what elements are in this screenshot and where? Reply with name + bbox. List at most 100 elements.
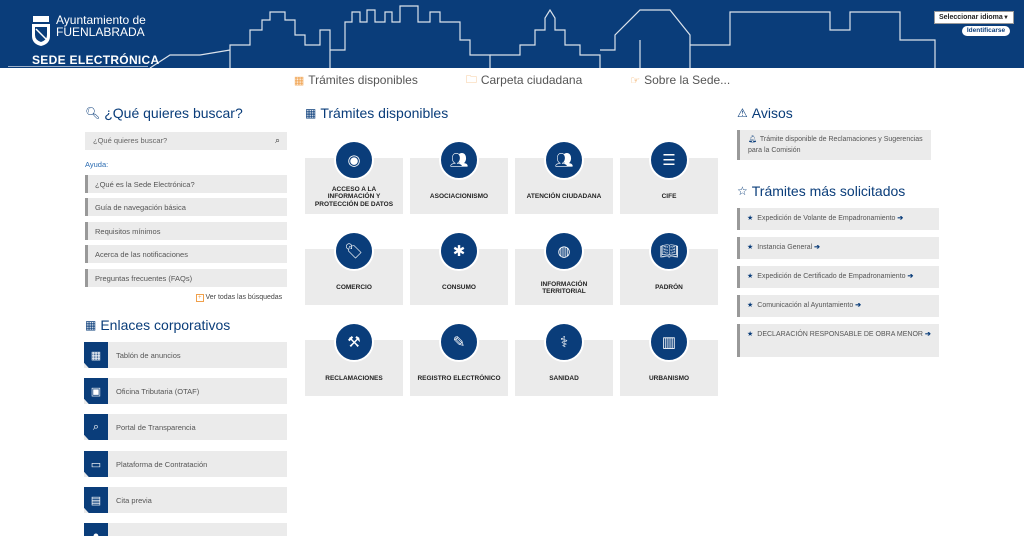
tramite-tile[interactable]: 🏷︎ COMERCIO	[305, 231, 403, 305]
corp-link-otaf[interactable]: ▣ Oficina Tributaria (OTAF)	[84, 378, 287, 404]
identificarse-button[interactable]: Identificarse	[962, 26, 1010, 36]
popular-tramite-link[interactable]: ★ Expedición de Certificado de Empadronam…	[737, 266, 939, 288]
chevron-down-icon: ▼	[1003, 14, 1009, 21]
star-icon: ★	[747, 331, 754, 338]
folder-icon: 🗀	[465, 73, 477, 86]
tramite-tile[interactable]: ⚕ SANIDAD	[515, 322, 613, 396]
municipality-logo[interactable]: Ayuntamiento de FUENLABRADA	[30, 14, 146, 48]
tramite-tile-label: ACCESO A LA INFORMACIÓN Y PROTECCIÓN DE …	[314, 185, 394, 208]
corp-link-contratacion[interactable]: ▭ Plataforma de Contratación	[84, 451, 287, 477]
gavel-icon: ⚒	[334, 322, 374, 362]
tramite-tile-label: CONSUMO	[442, 284, 476, 292]
tramite-tile[interactable]: ◉ ACCESO A LA INFORMACIÓN Y PROTECCIÓN D…	[305, 140, 403, 214]
mas-solicitados-section-title: ☆ Trámites más solicitados	[737, 183, 905, 199]
grid-icon: ▦	[85, 318, 97, 332]
aviso-text: Trámite disponible de Reclamaciones y Su…	[748, 136, 923, 154]
logo-line-2: FUENLABRADA	[56, 25, 145, 39]
corp-link-label: Cita previa	[116, 495, 152, 505]
tramite-tile-label: SANIDAD	[549, 375, 579, 383]
asterisk-icon: ✱	[439, 231, 479, 271]
popular-tramite-link[interactable]: ★ Expedición de Volante de Empadronamient…	[737, 208, 939, 230]
grid-icon: ▦	[293, 74, 305, 87]
hand-point-icon: ☞	[630, 74, 641, 87]
arrow-right-icon: ➔	[907, 273, 914, 280]
arrow-right-icon: ➔	[897, 215, 904, 222]
star-icon: ★	[747, 215, 754, 222]
tramite-tile-label: CIFE	[661, 193, 677, 201]
help-link[interactable]: Requisitos mínimos	[85, 222, 287, 240]
tramite-tile-label: REGISTRO ELECTRÓNICO	[417, 375, 501, 383]
corp-link-cita-previa[interactable]: ▤ Cita previa	[84, 487, 287, 513]
users-icon: 👥︎	[439, 140, 479, 180]
arrow-right-icon: ➔	[924, 331, 931, 338]
tramite-tile[interactable]: 👥︎ ATENCIÓN CIUDADANA	[515, 140, 613, 214]
tramite-tile[interactable]: ✱ CONSUMO	[410, 231, 508, 305]
globe-icon: ◍	[544, 231, 584, 271]
popular-tramite-label: DECLARACIÓN RESPONSABLE DE OBRA MENOR	[757, 331, 923, 338]
tramite-tile[interactable]: 📖︎ PADRÓN	[620, 231, 718, 305]
help-link[interactable]: Acerca de las notificaciones	[85, 245, 287, 263]
tramite-tile[interactable]: ⚒ RECLAMACIONES	[305, 322, 403, 396]
corp-link-label: Portal de Transparencia	[116, 422, 196, 432]
tramite-tile-label: ASOCIACIONISMO	[429, 193, 489, 201]
nav-sobre-la-sede[interactable]: ☞ Sobre la Sede...	[630, 71, 730, 89]
tramite-tile[interactable]: ▥ URBANISMO	[620, 322, 718, 396]
edit-icon: ✎	[439, 322, 479, 362]
top-nav: ▦ Trámites disponibles 🗀 Carpeta ciudada…	[0, 71, 1024, 89]
popular-tramite-label: Comunicación al Ayuntamiento	[757, 302, 854, 309]
popular-tramite-link[interactable]: ★ Instancia General ➔	[737, 237, 939, 259]
corp-link-partial[interactable]: ●	[84, 523, 287, 536]
tramite-tile[interactable]: ☰ CIFE	[620, 140, 718, 214]
star-icon: ★	[747, 302, 754, 309]
popular-tramite-link[interactable]: ★ DECLARACIÓN RESPONSABLE DE OBRA MENOR ➔	[737, 324, 939, 357]
language-select[interactable]: Seleccionar idioma ▼	[934, 11, 1014, 24]
help-link[interactable]: Guía de navegación básica	[85, 198, 287, 216]
table-icon: ▦	[84, 342, 108, 368]
tramite-tile[interactable]: 👥︎ ASOCIACIONISMO	[410, 140, 508, 214]
arrow-right-icon: ➔	[855, 302, 862, 309]
popular-tramite-link[interactable]: ★ Comunicación al Ayuntamiento ➔	[737, 295, 939, 317]
doctor-icon: ⚕	[544, 322, 584, 362]
tramite-tile-label: INFORMACIÓN TERRITORIAL	[540, 280, 588, 296]
language-select-value: Seleccionar idioma	[939, 14, 1003, 21]
tramite-tile[interactable]: ✎ REGISTRO ELECTRÓNICO	[410, 322, 508, 396]
corp-link-tablon[interactable]: ▦ Tablón de anuncios	[84, 342, 287, 368]
aviso-item[interactable]: 🔔︎ Trámite disponible de Reclamaciones y …	[737, 130, 931, 160]
enlaces-title-text: Enlaces corporativos	[100, 317, 231, 333]
ver-todas-label: Ver todas las búsquedas	[205, 294, 283, 301]
help-link[interactable]: ¿Qué es la Sede Electrónica?	[85, 175, 287, 193]
warning-icon: ⚠	[737, 106, 748, 120]
corp-link-label: Oficina Tributaria (OTAF)	[116, 386, 200, 396]
nav-label: Trámites disponibles	[308, 73, 418, 87]
enlaces-section-title: ▦ Enlaces corporativos	[85, 317, 230, 333]
search-title-text: ¿Qué quieres buscar?	[104, 105, 243, 121]
star-icon: ★	[747, 244, 754, 251]
list-icon: ☰	[649, 140, 689, 180]
star-icon: ★	[747, 273, 754, 280]
avisos-title-text: Avisos	[751, 105, 793, 121]
tramite-tile-label: PADRÓN	[655, 284, 683, 292]
tramite-tile-label: COMERCIO	[336, 284, 372, 292]
tramite-tile-label: ATENCIÓN CIUDADANA	[526, 193, 602, 201]
nav-label: Sobre la Sede...	[644, 73, 731, 87]
search-input[interactable]: ¿Qué quieres buscar? ⌕	[85, 132, 287, 150]
tramite-tile-label: RECLAMACIONES	[325, 375, 383, 383]
nav-tramites-disponibles[interactable]: ▦ Trámites disponibles	[294, 71, 418, 89]
briefcase-icon: ▣	[84, 378, 108, 404]
building-icon: ▥	[649, 322, 689, 362]
corp-link-transparencia[interactable]: ⌕ Portal de Transparencia	[84, 414, 287, 440]
ver-todas-link[interactable]: + Ver todas las búsquedas	[196, 294, 283, 302]
grid-icon: ▦	[305, 106, 317, 120]
plus-icon: +	[196, 294, 204, 302]
ayuda-label: Ayuda:	[85, 160, 109, 169]
tramite-tile[interactable]: ◍ INFORMACIÓN TERRITORIAL	[515, 231, 613, 305]
help-link[interactable]: Preguntas frecuentes (FAQs)	[85, 269, 287, 287]
calendar-icon: ▤	[84, 487, 108, 513]
popular-tramite-label: Expedición de Certificado de Empadronami…	[757, 273, 906, 280]
nav-label: Carpeta ciudadana	[480, 73, 583, 87]
search-icon[interactable]: ⌕	[275, 135, 280, 146]
nav-carpeta-ciudadana[interactable]: 🗀 Carpeta ciudadana	[466, 71, 582, 89]
group-icon: 👥︎	[544, 140, 584, 180]
tags-icon: 🏷︎	[334, 231, 374, 271]
star-outline-icon: ☆	[737, 184, 748, 198]
